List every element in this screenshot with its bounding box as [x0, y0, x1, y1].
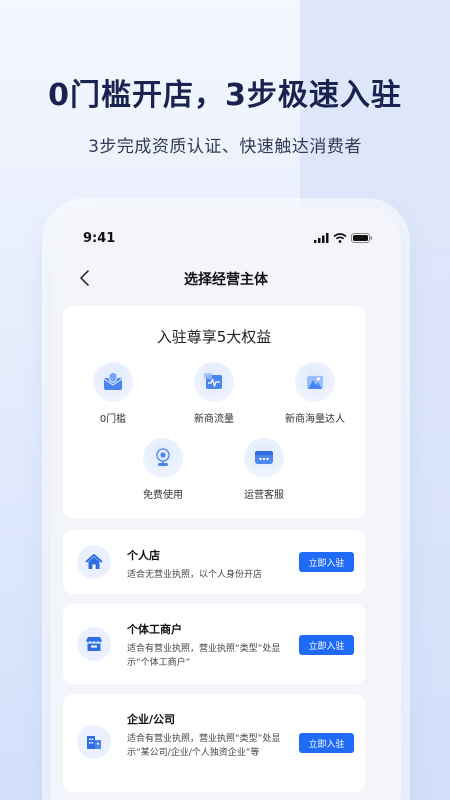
benefit-label: 新商流量: [194, 414, 234, 425]
entity-card-individual-business: 个体工商户 适合有营业执照，营业执照“类型”处显示“个体工商户” 立即入驻: [63, 604, 365, 684]
entity-card-company: 企业/公司 适合有营业执照，营业执照“类型”处显示“某公司/企业/个人独资企业”…: [63, 694, 365, 792]
benefit-label: 免费使用: [143, 490, 183, 501]
camera-stand-icon: [143, 438, 183, 478]
pulse-chart-icon: [194, 362, 234, 402]
benefit-label: 新商海量达人: [285, 414, 345, 425]
storefront-icon: [77, 627, 111, 661]
entity-name: 个体工商户: [127, 623, 182, 636]
entity-name: 企业/公司: [127, 713, 176, 726]
entity-description: 适合无营业执照，以个人身份开店: [127, 570, 263, 580]
join-button-individual-business[interactable]: 立即入驻: [299, 635, 354, 655]
entity-description: 适合有营业执照，营业执照“类型”处显示“个体工商户”: [127, 644, 281, 668]
envelope-shield-icon: [93, 362, 133, 402]
benefit-label: 0门槛: [99, 414, 127, 425]
entity-card-personal: 个人店 适合无营业执照，以个人身份开店 立即入驻: [63, 530, 365, 594]
status-bar: 9:41: [51, 207, 401, 259]
building-icon: [77, 725, 111, 759]
join-button-company[interactable]: 立即入驻: [299, 733, 354, 753]
benefits-title: 入驻尊享5大权益: [156, 328, 272, 346]
entity-name: 个人店: [127, 549, 160, 562]
battery-icon: [351, 233, 373, 243]
wifi-icon: [333, 233, 347, 243]
benefit-item: 免费使用: [118, 438, 208, 501]
promo-headline: 0门槛开店，3步极速入驻: [48, 78, 402, 113]
entity-description: 适合有营业执照，营业执照“类型”处显示“某公司/企业/个人独资企业”等: [127, 734, 281, 758]
benefit-item: 0门槛: [68, 362, 158, 425]
status-icons: [314, 233, 373, 243]
join-button-personal[interactable]: 立即入驻: [299, 552, 354, 572]
benefit-item: 新商流量: [169, 362, 259, 425]
benefit-item: 运营客服: [219, 438, 309, 501]
nav-bar: 选择经营主体: [51, 259, 401, 299]
signal-icon: [314, 233, 329, 243]
phone-frame: 9:41 选择经营主体 入驻尊享5大权益 0门槛 新商流量 新商海量达人 免费使…: [51, 207, 401, 800]
benefits-card: 入驻尊享5大权益 0门槛 新商流量 新商海量达人 免费使用 运营客服: [63, 306, 365, 519]
house-icon: [77, 545, 111, 579]
promo-subline: 3步完成资质认证、快速触达消费者: [88, 137, 362, 157]
benefit-item: 新商海量达人: [270, 362, 360, 425]
chat-bubble-icon: [244, 438, 284, 478]
benefit-label: 运营客服: [244, 490, 284, 501]
status-time: 9:41: [83, 231, 116, 246]
mountain-people-icon: [295, 362, 335, 402]
page-title: 选择经营主体: [184, 272, 268, 288]
